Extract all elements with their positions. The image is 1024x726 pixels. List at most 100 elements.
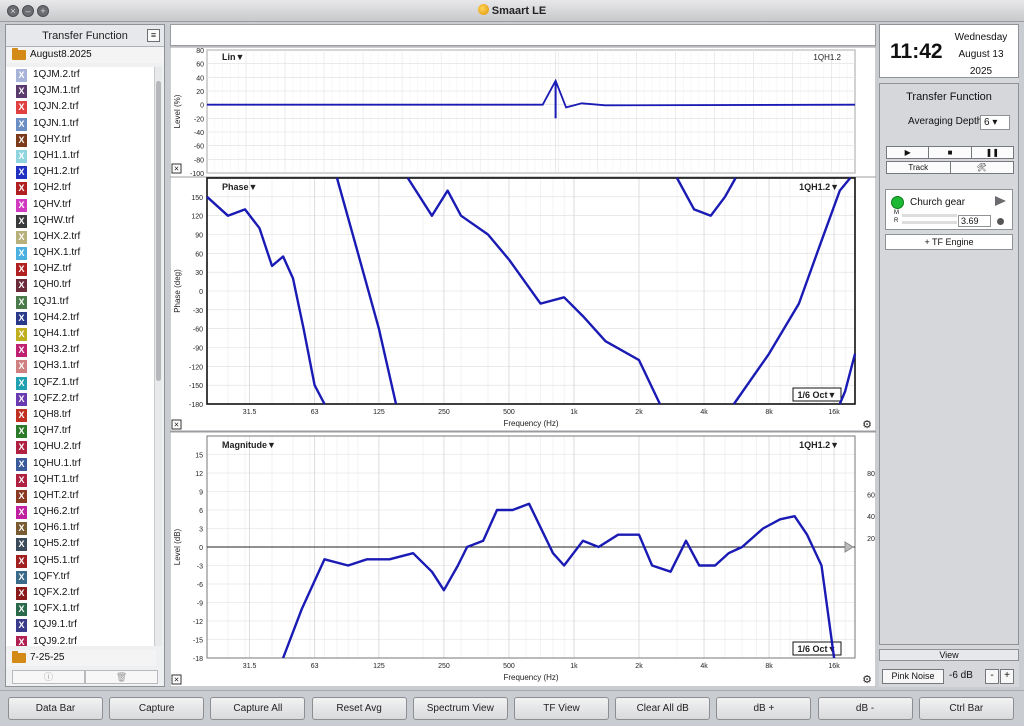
command-button-clear-all-db[interactable]: Clear All dB bbox=[615, 697, 711, 720]
plots-svg: 806040200-20-40-60-80-100-35-30-25-20-15… bbox=[170, 46, 876, 687]
trf-file-icon: X bbox=[16, 311, 27, 325]
magnitude-x-tick: 2k bbox=[635, 663, 643, 670]
pink-noise-level: -6 dB bbox=[949, 670, 973, 681]
file-list-item[interactable]: X 1QHT.1.trf bbox=[6, 472, 156, 488]
file-list-item[interactable]: X 1QHT.2.trf bbox=[6, 488, 156, 504]
phase-mode-label[interactable]: Phase▼ bbox=[222, 182, 257, 192]
engine-play-icon[interactable] bbox=[995, 196, 1006, 206]
engine-card[interactable]: Church gear M R 3.69 bbox=[885, 189, 1013, 230]
track-row: Track 🛠 bbox=[886, 161, 1014, 174]
magnitude-y-tick: -12 bbox=[193, 619, 203, 626]
trash-icon[interactable]: 🗑 bbox=[85, 670, 158, 684]
file-list-item[interactable]: X 1QHX.2.trf bbox=[6, 229, 156, 245]
file-list-item[interactable]: X 1QHX.1.trf bbox=[6, 245, 156, 261]
add-tf-engine-button[interactable]: + TF Engine bbox=[885, 234, 1013, 250]
command-button-spectrum-view[interactable]: Spectrum View bbox=[412, 697, 508, 720]
list-menu-icon[interactable]: ≡ bbox=[147, 29, 160, 42]
file-list-item[interactable]: X 1QH0.trf bbox=[6, 277, 156, 293]
trf-file-icon: X bbox=[16, 166, 27, 180]
file-list-item[interactable]: X 1QFY.trf bbox=[6, 569, 156, 585]
file-list-item[interactable]: X 1QJN.1.trf bbox=[6, 116, 156, 132]
command-button-capture[interactable]: Capture bbox=[109, 697, 205, 720]
phase-settings-icon[interactable]: ⚙ bbox=[862, 419, 872, 431]
level-down-button[interactable]: - bbox=[985, 669, 999, 684]
stop-icon[interactable]: ■ bbox=[928, 146, 972, 159]
file-name: 1QJM.1.trf bbox=[33, 85, 80, 97]
tools-icon[interactable]: 🛠 bbox=[949, 161, 1014, 174]
record-icon[interactable] bbox=[997, 218, 1004, 225]
file-list-item[interactable]: X 1QHU.1.trf bbox=[6, 456, 156, 472]
file-list-item[interactable]: X 1QHU.2.trf bbox=[6, 439, 156, 455]
engine-status-icon[interactable] bbox=[891, 196, 904, 209]
command-button-db[interactable]: dB + bbox=[716, 697, 812, 720]
file-list-item[interactable]: X 1QH5.1.trf bbox=[6, 553, 156, 569]
file-list-item[interactable]: X 1QH8.trf bbox=[6, 407, 156, 423]
phase-trace-label[interactable]: 1QH1.2▼ bbox=[799, 182, 839, 192]
play-icon[interactable]: ▶ bbox=[886, 146, 930, 159]
pink-noise-button[interactable]: Pink Noise bbox=[882, 669, 944, 684]
magnitude-mode-label[interactable]: Magnitude▼ bbox=[222, 440, 276, 450]
file-list-item[interactable]: X 1QFZ.2.trf bbox=[6, 391, 156, 407]
trf-file-icon: X bbox=[16, 506, 27, 520]
file-list-item[interactable]: X 1QH3.2.trf bbox=[6, 342, 156, 358]
magnitude-trace-label[interactable]: 1QH1.2▼ bbox=[799, 440, 839, 450]
file-list-item[interactable]: X 1QHW.trf bbox=[6, 213, 156, 229]
file-list-item[interactable]: X 1QH4.2.trf bbox=[6, 310, 156, 326]
file-list-item[interactable]: X 1QHV.trf bbox=[6, 197, 156, 213]
scrollbar-thumb[interactable] bbox=[156, 81, 161, 381]
folder-august[interactable]: August8.2025 bbox=[6, 47, 164, 63]
file-name: 1QH3.2.trf bbox=[33, 344, 80, 356]
trf-file-icon: X bbox=[16, 117, 27, 131]
file-list-item[interactable]: X 1QJM.1.trf bbox=[6, 83, 156, 99]
file-list-item[interactable]: X 1QH1.1.trf bbox=[6, 148, 156, 164]
trf-file-icon: X bbox=[16, 554, 27, 568]
track-button[interactable]: Track bbox=[886, 161, 951, 174]
file-list-item[interactable]: X 1QH5.2.trf bbox=[6, 536, 156, 552]
command-button-capture-all[interactable]: Capture All bbox=[210, 697, 306, 720]
averaging-select[interactable]: 6 ▾ bbox=[980, 115, 1010, 130]
trf-file-icon: X bbox=[16, 489, 27, 503]
engine-value-field[interactable]: 3.69 bbox=[958, 215, 991, 227]
file-list-item[interactable]: X 1QH7.trf bbox=[6, 423, 156, 439]
file-list-item[interactable]: X 1QFZ.1.trf bbox=[6, 375, 156, 391]
phase-y-tick: 120 bbox=[191, 214, 203, 221]
view-tab[interactable]: View bbox=[879, 649, 1019, 661]
command-button-ctrl-bar[interactable]: Ctrl Bar bbox=[918, 697, 1014, 720]
file-list-scrollbar[interactable] bbox=[154, 67, 162, 671]
file-list-item[interactable]: X 1QH6.1.trf bbox=[6, 520, 156, 536]
info-icon[interactable]: ⓘ bbox=[12, 670, 85, 684]
file-list-item[interactable]: X 1QHZ.trf bbox=[6, 261, 156, 277]
magnitude-smoothing-label[interactable]: 1/6 Oct▼ bbox=[798, 644, 837, 654]
file-list: X 1QJM.2.trf X 1QJM.1.trf X 1QJN.2.trf X 1QJN.1… bbox=[6, 67, 156, 673]
file-list-item[interactable]: X 1QH6.2.trf bbox=[6, 504, 156, 520]
command-button-reset-avg[interactable]: Reset Avg bbox=[311, 697, 407, 720]
file-list-item[interactable]: X 1QH2.trf bbox=[6, 180, 156, 196]
file-list-item[interactable]: X 1QH3.1.trf bbox=[6, 358, 156, 374]
file-list-item[interactable]: X 1QJM.2.trf bbox=[6, 67, 156, 83]
file-list-item[interactable]: X 1QFX.2.trf bbox=[6, 585, 156, 601]
pause-icon[interactable]: ❚❚ bbox=[970, 146, 1014, 159]
magnitude-y2-tick: 40 bbox=[867, 514, 875, 521]
file-list-item[interactable]: X 1QFX.1.trf bbox=[6, 601, 156, 617]
file-list-item[interactable]: X 1QHY.trf bbox=[6, 132, 156, 148]
level-up-button[interactable]: + bbox=[1000, 669, 1014, 684]
phase-x-tick: 500 bbox=[503, 409, 515, 416]
clock-time: 11:42 bbox=[890, 40, 943, 63]
phase-smoothing-label[interactable]: 1/6 Oct▼ bbox=[798, 390, 837, 400]
file-list-item[interactable]: X 1QH1.2.trf bbox=[6, 164, 156, 180]
magnitude-y-label: Level (dB) bbox=[173, 528, 182, 565]
file-list-item[interactable]: X 1QJ1.trf bbox=[6, 294, 156, 310]
file-list-item[interactable]: X 1QJN.2.trf bbox=[6, 99, 156, 115]
magnitude-settings-icon[interactable]: ⚙ bbox=[862, 674, 872, 686]
folder-7-25-25[interactable]: 7-25-25 bbox=[6, 650, 156, 666]
ir-mode-label[interactable]: Lin▼ bbox=[222, 52, 244, 62]
command-button-data-bar[interactable]: Data Bar bbox=[8, 697, 103, 720]
tf-control-panel: Transfer Function Averaging Depth: 6 ▾ ▶… bbox=[879, 83, 1019, 645]
file-list-item[interactable]: X 1QJ9.1.trf bbox=[6, 617, 156, 633]
file-panel-footer: 7-25-25 ⓘ 🗑 bbox=[6, 646, 164, 686]
command-button-db[interactable]: dB - bbox=[817, 697, 913, 720]
trf-file-icon: X bbox=[16, 408, 27, 422]
file-list-item[interactable]: X 1QH4.1.trf bbox=[6, 326, 156, 342]
ir-close-glyph: × bbox=[174, 164, 179, 174]
command-button-tf-view[interactable]: TF View bbox=[514, 697, 609, 720]
